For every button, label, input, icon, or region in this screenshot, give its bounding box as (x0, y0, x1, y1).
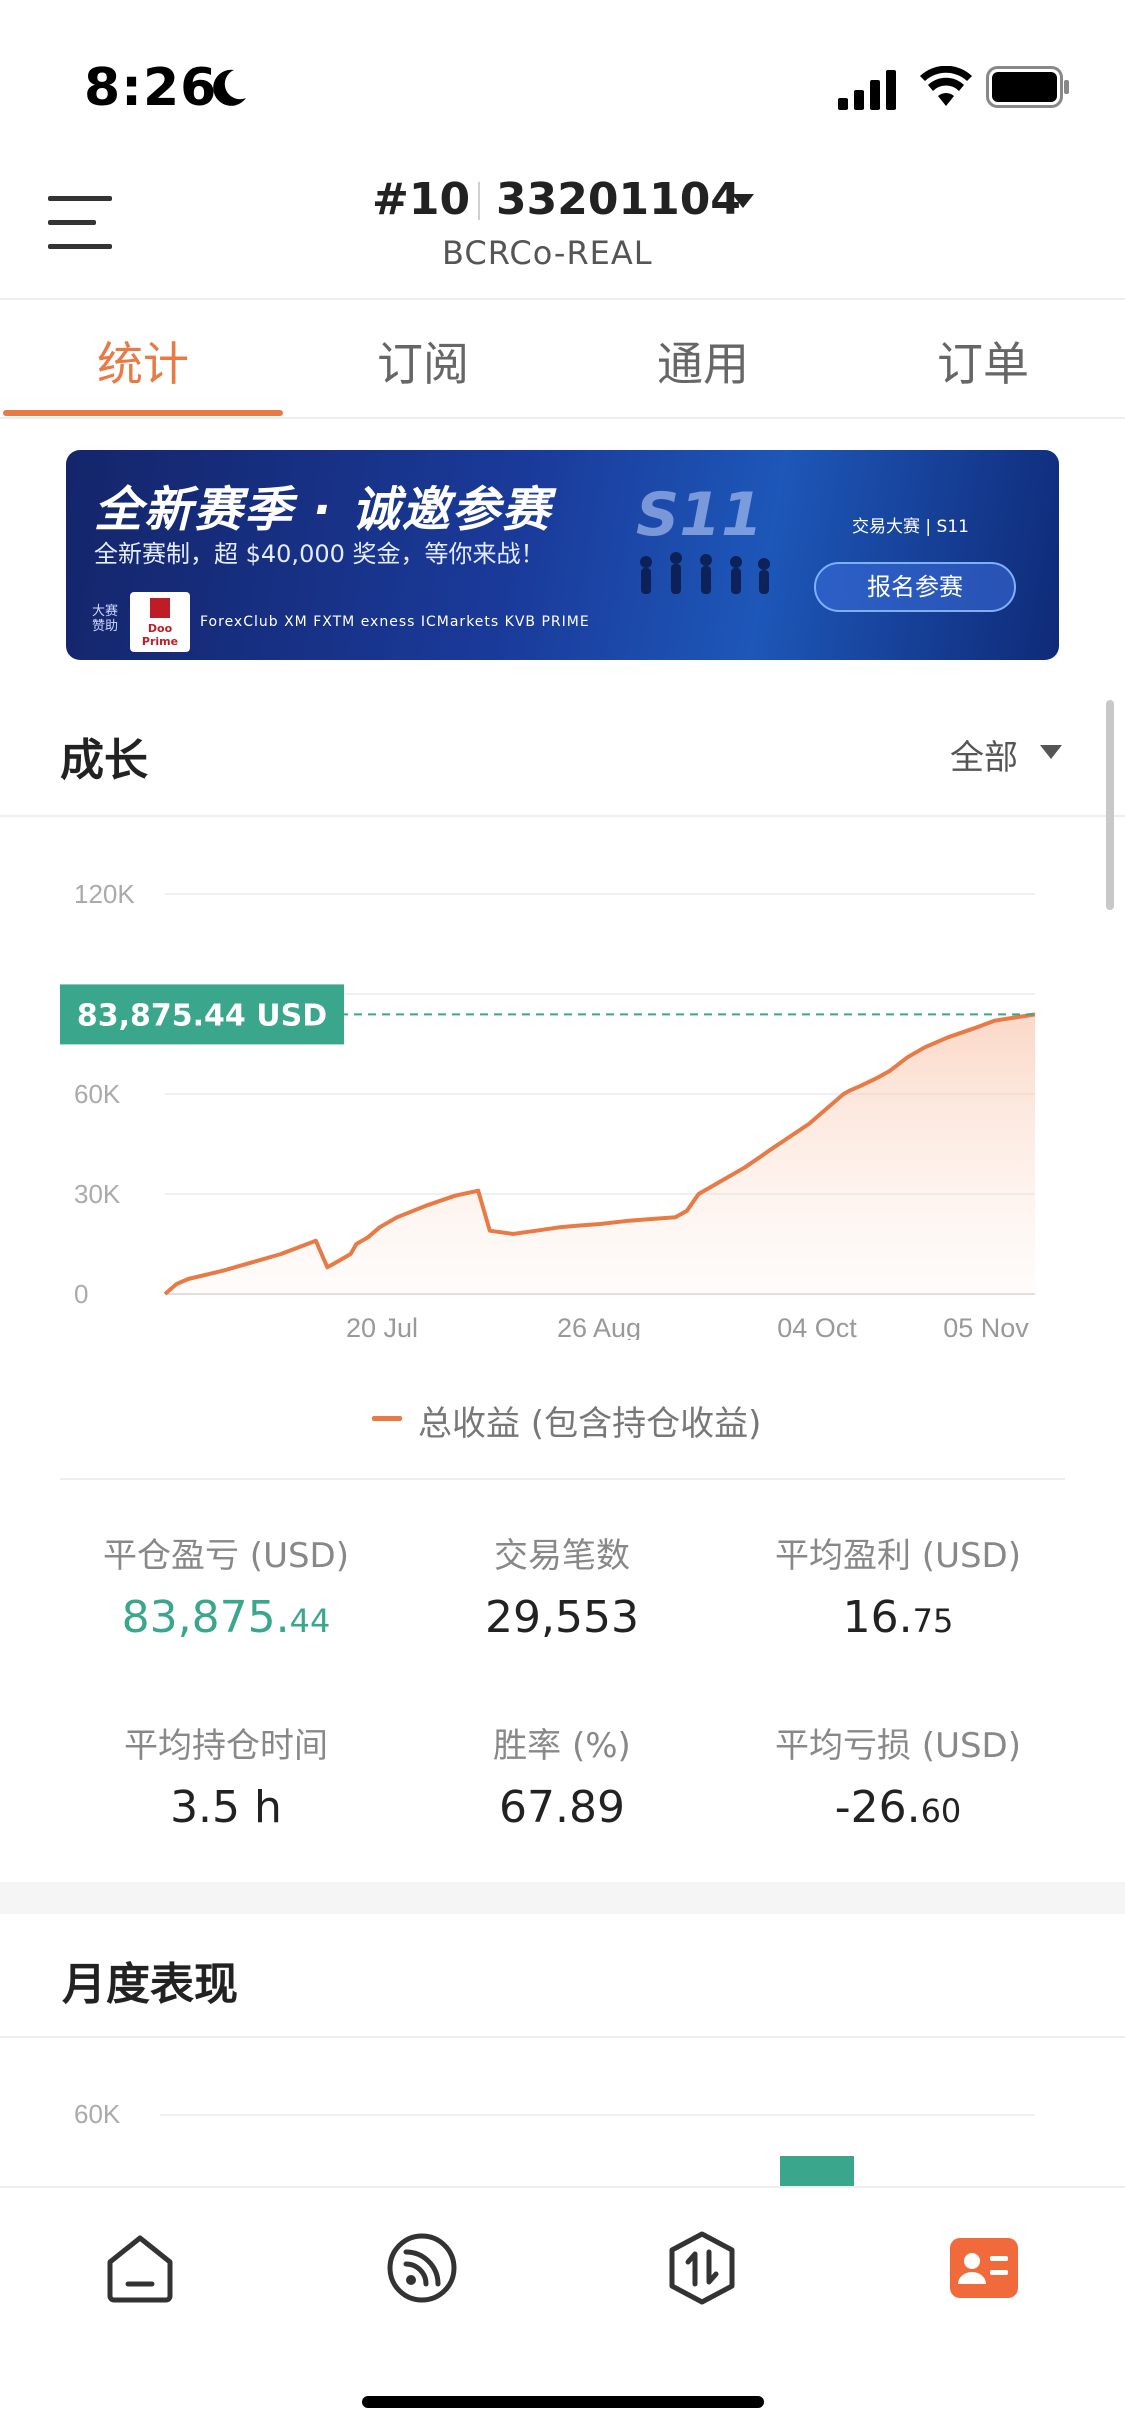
signals-icon[interactable] (384, 2230, 460, 2306)
y-tick-label: 60K (74, 1079, 121, 1109)
cellular-signal-icon (838, 70, 896, 110)
account-rank[interactable]: #10 (372, 174, 470, 225)
stat-label-win-rate: 胜率 (%) (493, 1726, 631, 1766)
profile-card-icon[interactable] (946, 2230, 1022, 2306)
menu-icon[interactable] (48, 196, 112, 252)
tab-orders[interactable]: 订单 (843, 328, 1123, 394)
stat-value-trades: 29,553 (485, 1592, 639, 1643)
moon-icon (213, 69, 246, 106)
growth-chart: 030K60K90K120K20 Jul26 Aug04 Oct05 Nov83… (60, 879, 1036, 1340)
active-tab-indicator (3, 410, 283, 416)
promo-banner[interactable]: S11 全新赛季 · 诚邀参赛 全新赛制，超 $40,000 奖金，等你来战！ … (66, 450, 1059, 660)
monthly-y-tick: 60K (74, 2099, 121, 2129)
legend-swatch (372, 1416, 402, 1421)
y-tick-label: 120K (74, 879, 135, 909)
legend-label: 总收益 (包含持仓收益) (418, 1404, 762, 1444)
monthly-divider (0, 2036, 1125, 2038)
stat-value-avg-hold: 3.5 h (170, 1782, 282, 1833)
x-tick-label: 04 Oct (777, 1313, 857, 1340)
stat-label-trades: 交易笔数 (494, 1536, 630, 1576)
monthly-bar[interactable] (780, 2156, 854, 2190)
current-value-label: 83,875.44 USD (77, 998, 327, 1033)
stats-divider (60, 1478, 1065, 1480)
stat-label-closed-pnl: 平仓盈亏 (USD) (103, 1536, 349, 1576)
account-server: BCRCo-REAL (442, 234, 653, 272)
y-tick-label: 0 (74, 1279, 88, 1309)
period-filter[interactable]: 全部 (950, 730, 1018, 779)
x-tick-label: 05 Nov (943, 1313, 1029, 1340)
account-divider (478, 182, 480, 220)
monthly-title: 月度表现 (62, 1959, 238, 2010)
trade-icon[interactable] (664, 2230, 740, 2306)
battery-icon (986, 66, 1069, 108)
tab-subscribe[interactable]: 订阅 (283, 328, 563, 394)
stat-label-avg-profit: 平均盈利 (USD) (775, 1536, 1021, 1576)
wifi-icon (920, 66, 972, 106)
section-gap (0, 1882, 1125, 1914)
stat-value-win-rate: 67.89 (499, 1782, 625, 1833)
growth-divider (0, 815, 1125, 817)
banner-title: 全新赛季 · 诚邀参赛 (94, 482, 552, 538)
home-indicator[interactable] (362, 2396, 764, 2408)
tab-statistics[interactable]: 统计 (3, 328, 283, 394)
monthly-chart: 60K (74, 2099, 1035, 2190)
sponsor-logo: Doo Prime (130, 592, 190, 652)
stat-label-avg-loss: 平均亏损 (USD) (775, 1726, 1021, 1766)
banner-brands: ForexClub XM FXTM exness ICMarkets KVB P… (200, 614, 590, 630)
account-number[interactable]: 33201104 (496, 174, 741, 225)
stat-value-avg-profit: 16.75 (842, 1592, 954, 1643)
tab-general[interactable]: 通用 (563, 328, 843, 394)
caret-down-icon[interactable] (732, 194, 754, 208)
stat-value-closed-pnl: 83,875.44 (121, 1592, 331, 1643)
stat-value-avg-loss: -26.60 (834, 1782, 962, 1833)
tabs-divider (0, 417, 1125, 419)
series-area (165, 1014, 1035, 1294)
x-tick-label: 26 Aug (557, 1313, 641, 1340)
header-divider (0, 298, 1125, 300)
runners-illustration (640, 552, 770, 594)
banner-logo: 交易大赛 | S11 (852, 517, 969, 537)
stat-label-avg-hold: 平均持仓时间 (124, 1726, 328, 1766)
home-icon[interactable] (102, 2230, 178, 2306)
y-tick-label: 30K (74, 1179, 121, 1209)
banner-sponsor-label: 大赛赞助 (92, 604, 119, 634)
caret-down-icon[interactable] (1040, 745, 1062, 759)
x-tick-label: 20 Jul (346, 1313, 418, 1340)
register-button[interactable]: 报名参赛 (814, 562, 1016, 612)
banner-season-badge: S11 (636, 480, 763, 550)
banner-subtitle: 全新赛制，超 $40,000 奖金，等你来战！ (94, 540, 545, 568)
growth-title: 成长 (60, 735, 148, 786)
status-time: 8:26 (84, 58, 218, 118)
